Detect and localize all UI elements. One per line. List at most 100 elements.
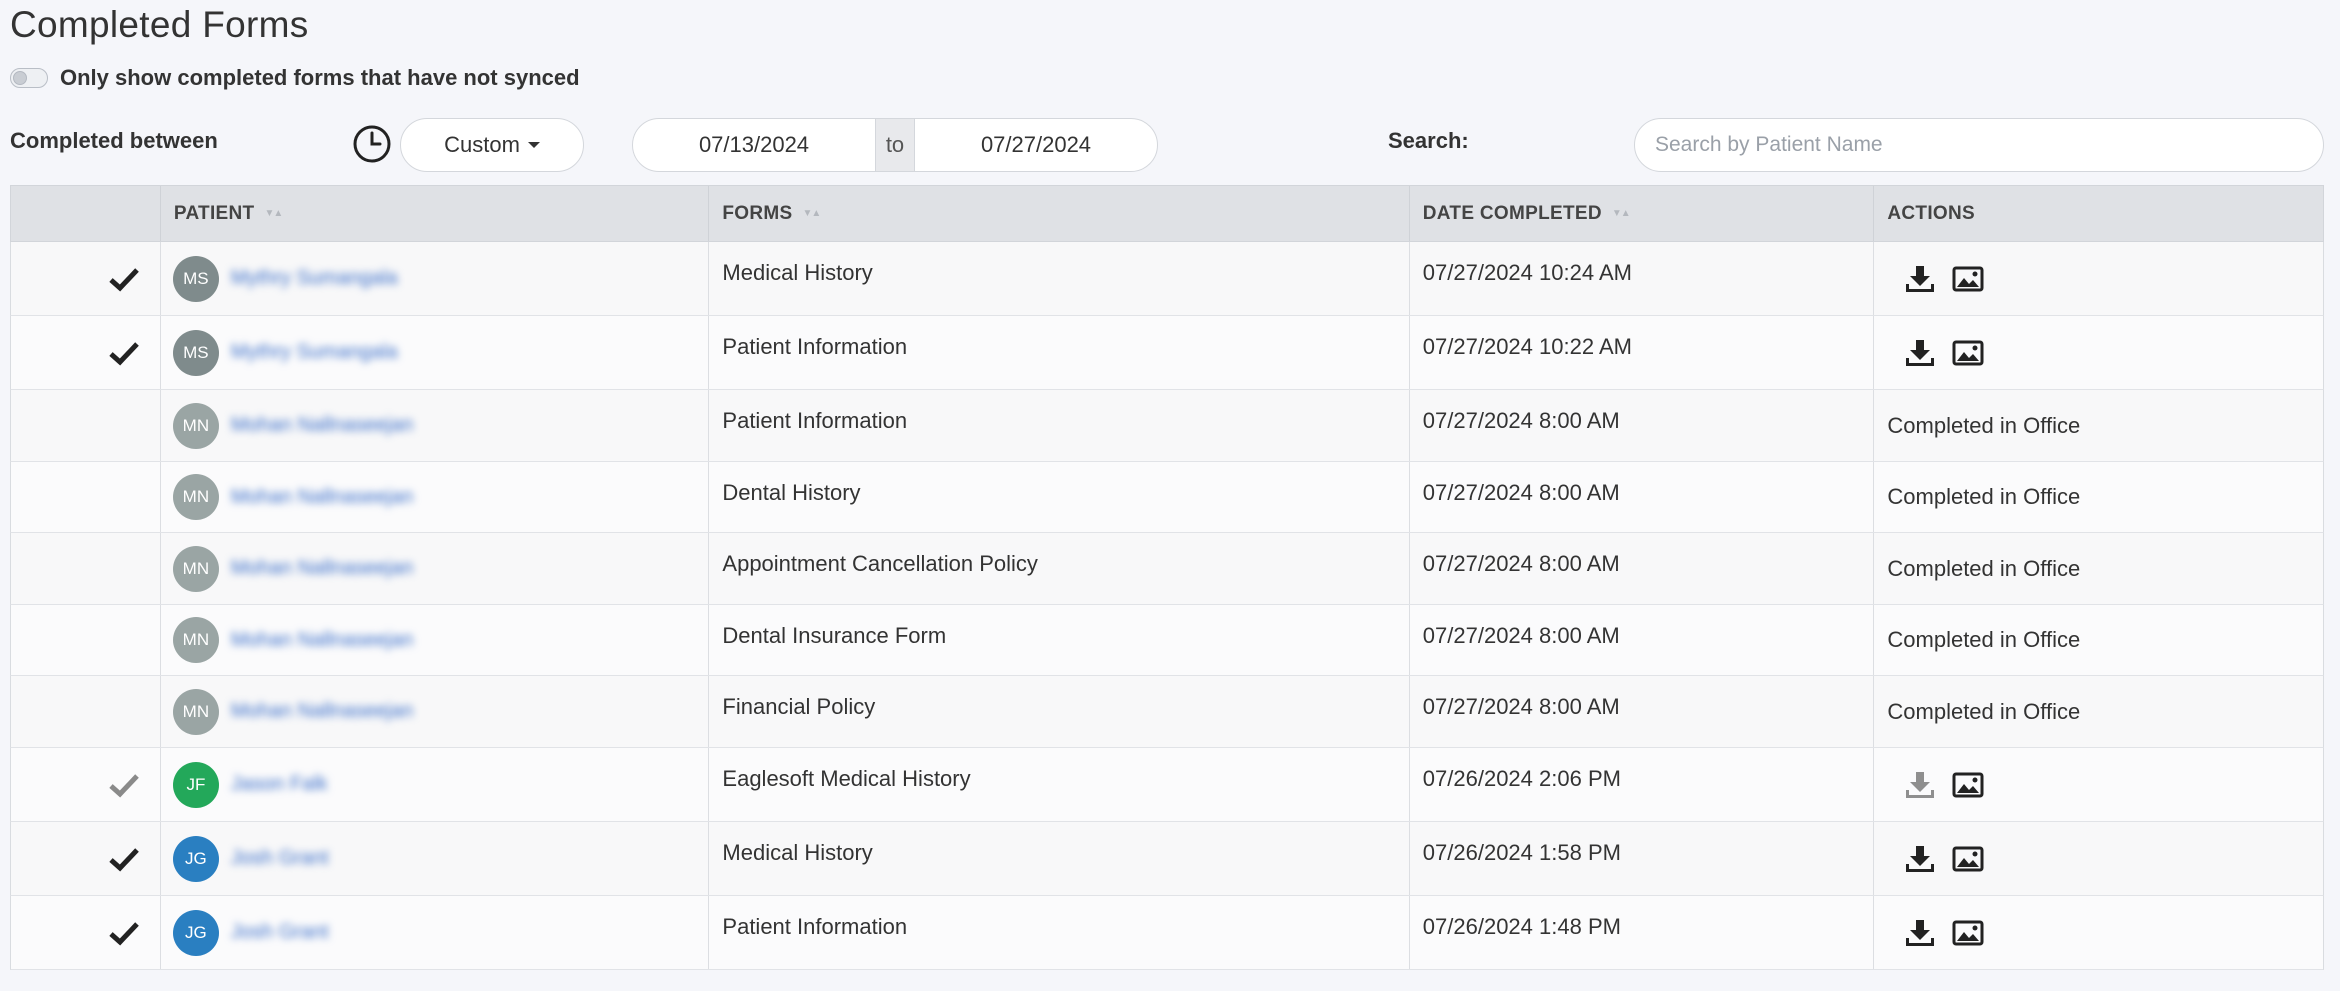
patient-name-link[interactable]: Mohan Nallnaseejan (231, 414, 413, 437)
date-range-value: Custom (444, 132, 520, 157)
form-name: Dental History (709, 462, 1410, 532)
patient-cell: JG Josh Grant (161, 896, 710, 969)
download-icon[interactable] (1903, 918, 1937, 948)
date-completed: 07/27/2024 10:22 AM (1410, 316, 1875, 389)
check-icon (109, 921, 139, 945)
action-status-text: Completed in Office (1887, 698, 2081, 724)
image-icon[interactable] (1951, 338, 1985, 368)
actions-cell (1874, 896, 2323, 969)
search-label: Search: (1388, 128, 1469, 153)
patient-name-link[interactable]: Jason Falk (231, 773, 328, 796)
patient-name-link[interactable]: Mohan Nallnaseejan (231, 629, 413, 652)
sync-status-cell (11, 896, 161, 969)
header-date-label: DATE COMPLETED (1422, 202, 1602, 224)
form-name: Financial Policy (709, 676, 1410, 747)
completed-between-label: Completed between (10, 128, 218, 153)
patient-name-link[interactable]: Josh Grant (231, 921, 329, 944)
header-date-completed[interactable]: DATE COMPLETED ▼▲ (1410, 186, 1875, 241)
actions-cell: Completed in Office (1874, 462, 2323, 532)
avatar: MS (172, 329, 219, 376)
header-status (11, 186, 161, 241)
date-completed: 07/27/2024 8:00 AM (1410, 533, 1875, 604)
date-to-input[interactable]: 07/27/2024 (915, 119, 1157, 171)
table-row[interactable]: MN Mohan Nallnaseejan Dental Insurance For… (10, 605, 2324, 676)
image-icon[interactable] (1951, 264, 1985, 294)
patient-cell: JF Jason Falk (161, 748, 710, 821)
sync-status-cell (11, 462, 161, 532)
date-to-separator: to (875, 119, 915, 171)
date-range-group: 07/13/2024 to 07/27/2024 (632, 118, 1158, 172)
actions-cell (1874, 316, 2323, 389)
sync-status-cell (11, 605, 161, 675)
sync-status-cell (11, 748, 161, 821)
unsynced-toggle[interactable] (10, 68, 48, 88)
check-icon (109, 847, 139, 871)
action-status-text: Completed in Office (1887, 627, 2081, 652)
table-row[interactable]: MN Mohan Nallnaseejan Patient Information 0… (10, 390, 2324, 462)
unsynced-toggle-row: Only show completed forms that have not … (10, 64, 580, 92)
sort-icon: ▼▲ (1611, 208, 1631, 219)
header-actions: ACTIONS (1874, 186, 2323, 241)
date-completed: 07/26/2024 1:48 PM (1410, 896, 1875, 969)
table-row[interactable]: JF Jason Falk Eaglesoft Medical History 07/… (10, 748, 2324, 822)
patient-name-link[interactable]: Mythry Sumangala (231, 341, 398, 364)
clock-icon (353, 125, 391, 163)
avatar: JG (172, 835, 219, 882)
avatar: MN (172, 688, 219, 735)
actions-cell (1874, 242, 2323, 315)
download-icon[interactable] (1903, 844, 1937, 874)
image-icon[interactable] (1951, 918, 1985, 948)
patient-name-link[interactable]: Mythry Sumangala (231, 267, 398, 290)
header-patient[interactable]: PATIENT ▼▲ (161, 186, 710, 241)
table-header: PATIENT ▼▲ FORMS ▼▲ DATE COMPLETED ▼▲ AC… (10, 185, 2324, 242)
sort-icon: ▼▲ (802, 208, 822, 219)
table-row[interactable]: JG Josh Grant Patient Information 07/26/202… (10, 896, 2324, 970)
form-name: Patient Information (709, 390, 1410, 461)
actions-cell: Completed in Office (1874, 605, 2323, 675)
download-icon[interactable] (1903, 338, 1937, 368)
table-body: MS Mythry Sumangala Medical History 07/27/2… (10, 242, 2324, 970)
actions-cell: Completed in Office (1874, 390, 2323, 461)
image-icon[interactable] (1951, 770, 1985, 800)
date-from-input[interactable]: 07/13/2024 (633, 119, 875, 171)
download-icon[interactable] (1903, 264, 1937, 294)
table-row[interactable]: MN Mohan Nallnaseejan Appointment Cancella… (10, 533, 2324, 605)
search-input[interactable] (1634, 118, 2324, 172)
unsynced-toggle-label: Only show completed forms that have not … (60, 65, 580, 90)
sync-status-cell (11, 242, 161, 315)
patient-cell: MN Mohan Nallnaseejan (161, 462, 710, 532)
header-forms-label: FORMS (722, 202, 793, 224)
form-name: Patient Information (709, 896, 1410, 969)
image-icon[interactable] (1951, 844, 1985, 874)
actions-cell: Completed in Office (1874, 676, 2323, 747)
actions-cell (1874, 748, 2323, 821)
header-forms[interactable]: FORMS ▼▲ (709, 186, 1410, 241)
table-row[interactable]: MS Mythry Sumangala Patient Information 07/… (10, 316, 2324, 390)
date-range-dropdown[interactable]: Custom (400, 118, 584, 172)
action-status-text: Completed in Office (1887, 555, 2081, 581)
avatar: MN (172, 402, 219, 449)
patient-cell: JG Josh Grant (161, 822, 710, 895)
table-row[interactable]: JG Josh Grant Medical History 07/26/2024 1:… (10, 822, 2324, 896)
date-completed: 07/27/2024 8:00 AM (1410, 390, 1875, 461)
patient-name-link[interactable]: Mohan Nallnaseejan (231, 557, 413, 580)
sync-status-cell (11, 676, 161, 747)
form-name: Medical History (709, 822, 1410, 895)
form-name: Dental Insurance Form (709, 605, 1410, 675)
action-status-text: Completed in Office (1887, 484, 2081, 509)
sort-icon: ▼▲ (264, 208, 283, 219)
patient-name-link[interactable]: Mohan Nallnaseejan (231, 486, 413, 509)
table-row[interactable]: MS Mythry Sumangala Medical History 07/27/2… (10, 242, 2324, 316)
caret-down-icon (527, 142, 540, 148)
actions-cell (1874, 822, 2323, 895)
table-row[interactable]: MN Mohan Nallnaseejan Dental History 07/27/… (10, 462, 2324, 533)
avatar: MS (172, 255, 219, 302)
table-row[interactable]: MN Mohan Nallnaseejan Financial Policy 07/2… (10, 676, 2324, 748)
check-icon (109, 341, 139, 365)
form-name: Medical History (709, 242, 1410, 315)
date-completed: 07/27/2024 8:00 AM (1410, 462, 1875, 532)
download-icon[interactable] (1903, 770, 1937, 800)
patient-name-link[interactable]: Mohan Nallnaseejan (231, 700, 413, 723)
patient-name-link[interactable]: Josh Grant (231, 847, 329, 870)
form-name: Appointment Cancellation Policy (709, 533, 1410, 604)
